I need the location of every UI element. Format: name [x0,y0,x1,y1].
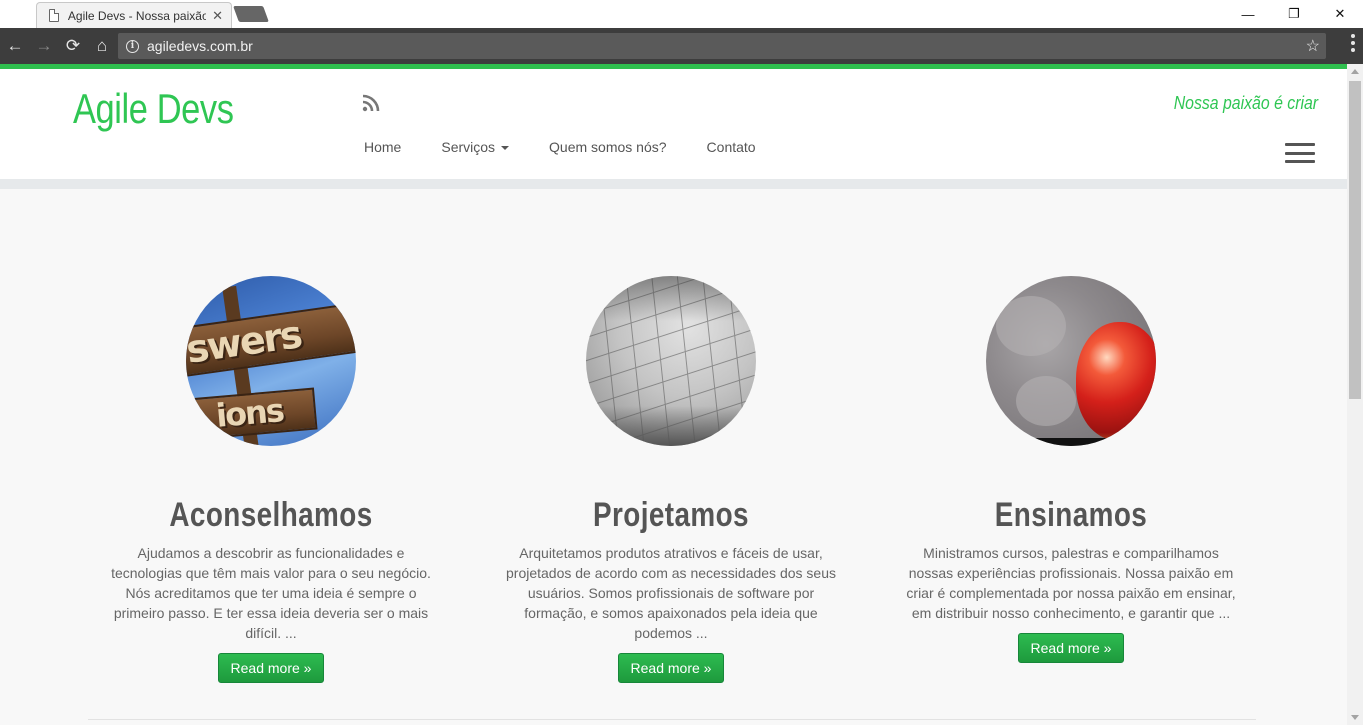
scroll-up-icon[interactable] [1351,69,1359,74]
read-more-button[interactable]: Read more » [1017,633,1125,663]
feature-text: Arquitetamos produtos atrativos e fáceis… [506,545,836,641]
header-separator [0,179,1347,189]
nav-servicos[interactable]: Serviços [421,139,529,155]
scroll-down-icon[interactable] [1351,715,1359,720]
new-tab-button[interactable] [233,6,269,22]
browser-tab[interactable]: Agile Devs - Nossa paixão é criar ✕ [36,2,232,28]
signpost-text-1: swers [186,312,304,372]
feature-projetamos: Projetamos Arquitetamos produtos atrativ… [491,276,851,683]
feature-title: Aconselhamos [169,496,373,534]
nav-servicos-label: Serviços [441,139,496,155]
page-scrollbar[interactable] [1347,64,1363,725]
blueprint-image [586,276,756,446]
feature-ensinamos: Ensinamos Ministramos cursos, palestras … [891,276,1251,663]
home-button[interactable]: ⌂ [88,32,116,60]
minimize-button[interactable]: — [1225,0,1271,28]
feature-title: Ensinamos [994,496,1148,534]
close-window-button[interactable]: ✕ [1317,0,1363,28]
tab-close-icon[interactable]: ✕ [212,8,223,24]
url-text[interactable]: agiledevs.com.br [147,38,253,54]
site-tagline: Nossa paixão é criar [1173,93,1318,113]
site-brand[interactable]: Agile Devs [73,85,234,133]
info-icon[interactable]: i [126,39,139,53]
page-icon [49,9,59,22]
maximize-button[interactable]: ❐ [1271,0,1317,28]
star-icon[interactable]: ☆ [1306,36,1320,56]
nav-contato[interactable]: Contato [687,139,776,155]
forward-button[interactable]: → [30,32,58,60]
tab-title: Agile Devs - Nossa paixão é criar [67,8,207,23]
nav-quem-somos[interactable]: Quem somos nós? [529,139,687,155]
apple-image [986,276,1156,446]
feature-title: Projetamos [593,496,749,534]
hamburger-menu-icon[interactable] [1285,143,1315,163]
feature-text: Ajudamos a descobrir as funcionalidades … [111,545,431,641]
feature-aconselhamos: swers ions Aconselhamos Ajudamos a desco… [91,276,451,683]
back-button[interactable]: ← [1,32,29,60]
nav-home[interactable]: Home [344,139,421,155]
read-more-button[interactable]: Read more » [217,653,325,683]
main-nav: Home Serviços Quem somos nós? Contato [344,139,776,155]
browser-menu-icon[interactable] [1351,34,1355,52]
reload-button[interactable]: ⟳ [59,32,87,60]
signpost-text-2: ions [214,391,285,435]
browser-toolbar: ← → ⟳ ⌂ i agiledevs.com.br ☆ [0,28,1363,64]
page-viewport: Agile Devs Nossa paixão é criar Home Ser… [0,64,1347,725]
feature-text: Ministramos cursos, palestras e comparil… [906,545,1236,621]
caret-down-icon [501,146,510,151]
address-bar[interactable]: i agiledevs.com.br ☆ [118,33,1326,59]
scroll-thumb[interactable] [1349,81,1361,399]
window-controls: — ❐ ✕ [1225,0,1363,28]
features-section: swers ions Aconselhamos Ajudamos a desco… [0,189,1347,725]
signpost-image: swers ions [186,276,356,446]
rss-icon[interactable] [362,94,380,112]
section-divider [88,719,1256,720]
browser-tabbar: Agile Devs - Nossa paixão é criar ✕ — ❐ … [0,0,1363,28]
read-more-button[interactable]: Read more » [617,653,725,683]
site-header: Agile Devs Nossa paixão é criar Home Ser… [0,69,1347,179]
